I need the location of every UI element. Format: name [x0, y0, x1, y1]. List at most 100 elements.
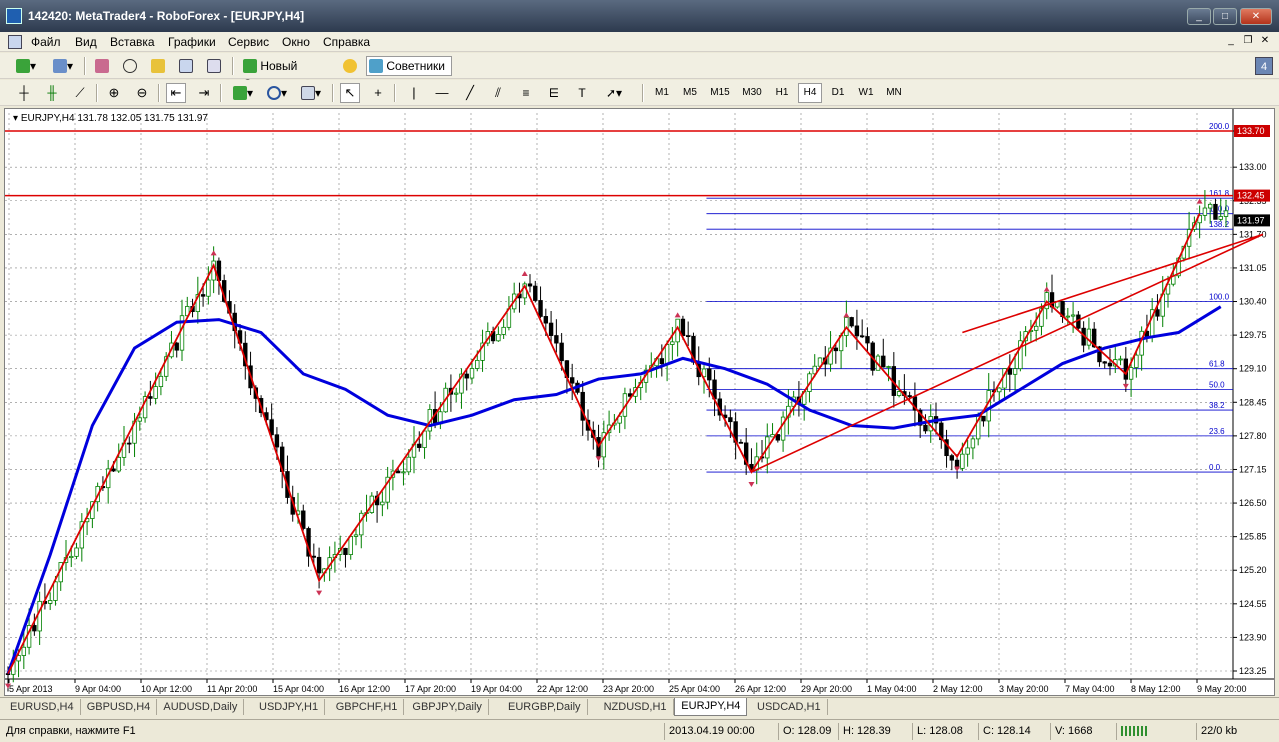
chart-shift-button[interactable]: ⇥: [194, 83, 214, 103]
menu-charts[interactable]: Графики: [168, 35, 216, 49]
candle-body: [664, 344, 670, 365]
x-tick-label: 2 May 12:00: [933, 684, 983, 694]
status-bar: Для справки, нажмите F1 2013.04.19 00:00…: [0, 719, 1279, 742]
favorites-button[interactable]: [148, 56, 168, 76]
market-watch-button[interactable]: [92, 56, 112, 76]
timeframe-mn[interactable]: MN: [882, 83, 906, 103]
toolbar-separator: [332, 84, 334, 102]
menu-bar: Файл Вид Вставка Графики Сервис Окно Спр…: [0, 32, 1279, 52]
chart-window[interactable]: 133.70133.00132.35131.70131.05130.40129.…: [4, 108, 1275, 696]
standard-toolbar: ▾ ▾ Новый Ордер Советники 4: [0, 53, 1279, 91]
candle-body: [1076, 314, 1081, 329]
profiles-button[interactable]: ▾: [48, 56, 78, 76]
price-chart[interactable]: 133.70133.00132.35131.70131.05130.40129.…: [5, 109, 1274, 695]
magnifier-icon: [207, 59, 221, 73]
crosshair-button[interactable]: +: [368, 83, 388, 103]
new-chart-icon: [15, 59, 30, 73]
candle-body: [401, 471, 406, 474]
trend-line: [751, 233, 1264, 473]
experts-button[interactable]: Советники: [366, 56, 452, 76]
x-tick-label: 23 Apr 20:00: [603, 684, 654, 694]
navigator-button[interactable]: [120, 56, 140, 76]
autoscroll-button[interactable]: ⇤: [166, 83, 186, 103]
menu-view[interactable]: Вид: [75, 35, 97, 49]
trendline-button[interactable]: ╱: [460, 83, 480, 103]
timeframe-h1[interactable]: H1: [770, 83, 794, 103]
x-tick-label: 8 May 12:00: [1131, 684, 1181, 694]
timeframe-d1[interactable]: D1: [826, 83, 850, 103]
menu-tools[interactable]: Сервис: [228, 35, 269, 49]
menu-help[interactable]: Справка: [323, 35, 370, 49]
candles-group: [5, 190, 1229, 692]
timeframe-m1[interactable]: M1: [650, 83, 674, 103]
new-order-button[interactable]: Новый Ордер: [240, 56, 336, 91]
tab-gbpjpy-daily[interactable]: GBPJPY,Daily: [406, 699, 489, 715]
timeframe-m5[interactable]: M5: [678, 83, 702, 103]
toolbar-separator: [158, 84, 160, 102]
terminal-button[interactable]: [176, 56, 196, 76]
line-chart-button[interactable]: ⟋: [70, 83, 90, 103]
timeframe-h4[interactable]: H4: [798, 83, 822, 103]
timeframe-m30[interactable]: M30: [738, 83, 766, 103]
tab-eurgbp-daily[interactable]: EURGBP,Daily: [502, 699, 588, 715]
minimize-button[interactable]: _: [1187, 8, 1211, 25]
new-chart-button[interactable]: ▾: [10, 56, 42, 76]
mdi-minimize-icon[interactable]: _: [1224, 34, 1238, 48]
x-tick-label: 9 May 20:00: [1197, 684, 1247, 694]
close-button[interactable]: ✕: [1240, 8, 1272, 25]
cursor-button[interactable]: ↖: [340, 83, 360, 103]
menu-file[interactable]: Файл: [31, 35, 61, 49]
tab-audusd-daily[interactable]: AUDUSD,Daily: [157, 699, 245, 715]
candle-body: [960, 453, 965, 469]
arrows-button[interactable]: ➚▾: [600, 83, 628, 103]
chart-window-icon[interactable]: [8, 35, 22, 49]
indicators-button[interactable]: ▾: [228, 83, 258, 103]
candles-button[interactable]: ╫: [42, 83, 62, 103]
tab-eurusd-h4[interactable]: EURUSD,H4: [4, 699, 81, 715]
menu-insert[interactable]: Вставка: [110, 35, 155, 49]
templates-button[interactable]: ▾: [296, 83, 326, 103]
status-traffic: 22/0 kb: [1196, 723, 1276, 740]
zoom-out-button[interactable]: ⊖: [132, 83, 152, 103]
tab-gbpusd-h4[interactable]: GBPUSD,H4: [81, 699, 158, 715]
timeframe-m15[interactable]: M15: [706, 83, 734, 103]
candle-body: [1107, 362, 1113, 367]
y-tick-label: 125.85: [1239, 532, 1267, 542]
x-tick-label: 11 Apr 20:00: [207, 684, 257, 694]
horizontal-line-button[interactable]: —: [432, 83, 452, 103]
fractal-arrow: [748, 482, 755, 488]
x-tick-label: 1 May 04:00: [867, 684, 917, 694]
zoom-in-button[interactable]: ⊕: [104, 83, 124, 103]
text-button[interactable]: T: [572, 83, 592, 103]
periods-button[interactable]: ▾: [262, 83, 292, 103]
toolbar-separator: [642, 84, 644, 102]
x-tick-label: 3 May 20:00: [999, 684, 1049, 694]
mdi-close-icon[interactable]: ✕: [1258, 34, 1272, 48]
y-tick-label: 131.05: [1239, 263, 1267, 273]
candle-body: [965, 447, 970, 455]
fib-fan-button[interactable]: ⋿: [544, 83, 564, 103]
alert-button[interactable]: [340, 56, 360, 76]
menu-window[interactable]: Окно: [282, 35, 310, 49]
fib-level-label: 61.8: [1209, 360, 1225, 369]
tab-usdjpy-h1[interactable]: USDJPY,H1: [253, 699, 326, 715]
tab-eurjpy-h4[interactable]: EURJPY,H4: [674, 698, 748, 716]
vertical-line-button[interactable]: |: [404, 83, 424, 103]
timeframe-w1[interactable]: W1: [854, 83, 878, 103]
tester-button[interactable]: [204, 56, 224, 76]
notification-badge[interactable]: 4: [1255, 57, 1273, 75]
tab-gbpchf-h1[interactable]: GBPCHF,H1: [330, 699, 405, 715]
fractal-arrow: [674, 312, 681, 318]
candle-body: [406, 456, 411, 473]
candle-body: [533, 285, 538, 301]
new-order-icon: [243, 59, 257, 73]
bar-chart-button[interactable]: ┼: [14, 83, 34, 103]
tab-usdcad-h1[interactable]: USDCAD,H1: [751, 699, 828, 715]
mdi-restore-icon[interactable]: ❐: [1241, 34, 1255, 48]
candle-body: [1207, 203, 1213, 209]
tab-nzdusd-h1[interactable]: NZDUSD,H1: [598, 699, 674, 715]
fibonacci-button[interactable]: ≡: [516, 83, 536, 103]
market-watch-icon: [95, 59, 109, 73]
maximize-button[interactable]: □: [1213, 8, 1237, 25]
channel-button[interactable]: ⫽: [488, 83, 508, 103]
